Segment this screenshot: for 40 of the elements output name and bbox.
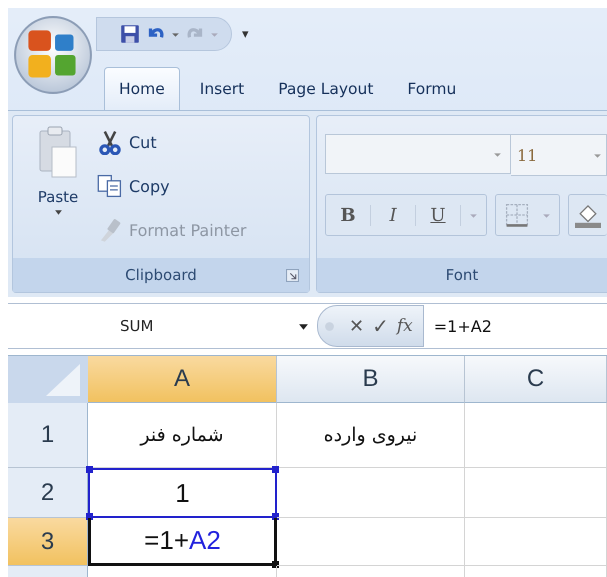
table-cell: =1+A2 [88, 518, 277, 566]
dropdown-icon[interactable] [298, 322, 309, 330]
bold-button[interactable]: B [326, 204, 371, 226]
column-header[interactable]: C [465, 356, 607, 403]
row-header[interactable]: 3 [8, 518, 88, 566]
row-header[interactable]: 2 [8, 468, 88, 518]
clipboard-command[interactable]: Copy [97, 168, 246, 204]
row-header[interactable]: 1 [8, 403, 88, 468]
save-icon[interactable] [119, 23, 141, 45]
ribbon-tab[interactable]: Home [104, 67, 180, 110]
paint-bucket-icon [575, 202, 601, 228]
clipboard-command[interactable]: Cut [97, 124, 246, 160]
insert-function-button[interactable]: fx [396, 316, 413, 336]
formula-field[interactable]: =1+A2 [434, 316, 492, 336]
name-box[interactable]: SUM [8, 317, 298, 335]
group-label: Font [446, 266, 478, 284]
caret-icon [54, 208, 62, 217]
borders-icon [504, 202, 530, 228]
enter-button[interactable]: ✓ [372, 314, 389, 338]
column-header[interactable]: A [88, 356, 277, 403]
dialog-launcher-icon[interactable] [286, 268, 299, 282]
copy-icon [97, 173, 123, 199]
paste-button[interactable]: Paste [19, 124, 97, 250]
scissors-icon [97, 129, 123, 155]
office-button[interactable] [12, 14, 94, 96]
table-cell: نیروی وارده [277, 403, 465, 468]
font-name-field[interactable] [325, 134, 511, 174]
font-size-field[interactable]: 11 [511, 134, 607, 176]
table-cell: 1 [88, 468, 277, 518]
customize-toolbar-button[interactable]: ▾ [242, 26, 249, 42]
fill-color-button[interactable] [568, 194, 607, 236]
column-header[interactable]: B [277, 356, 465, 403]
grip-icon [324, 320, 335, 332]
italic-button[interactable]: I [371, 204, 416, 226]
ribbon-tab[interactable]: Insert [186, 68, 258, 110]
group-label: Clipboard [125, 266, 197, 284]
ribbon-tab[interactable]: Page Layout [264, 68, 388, 110]
underline-button[interactable]: U [416, 204, 461, 226]
ribbon-tab[interactable]: Formu [393, 68, 470, 110]
cancel-button[interactable]: ✕ [349, 316, 364, 336]
